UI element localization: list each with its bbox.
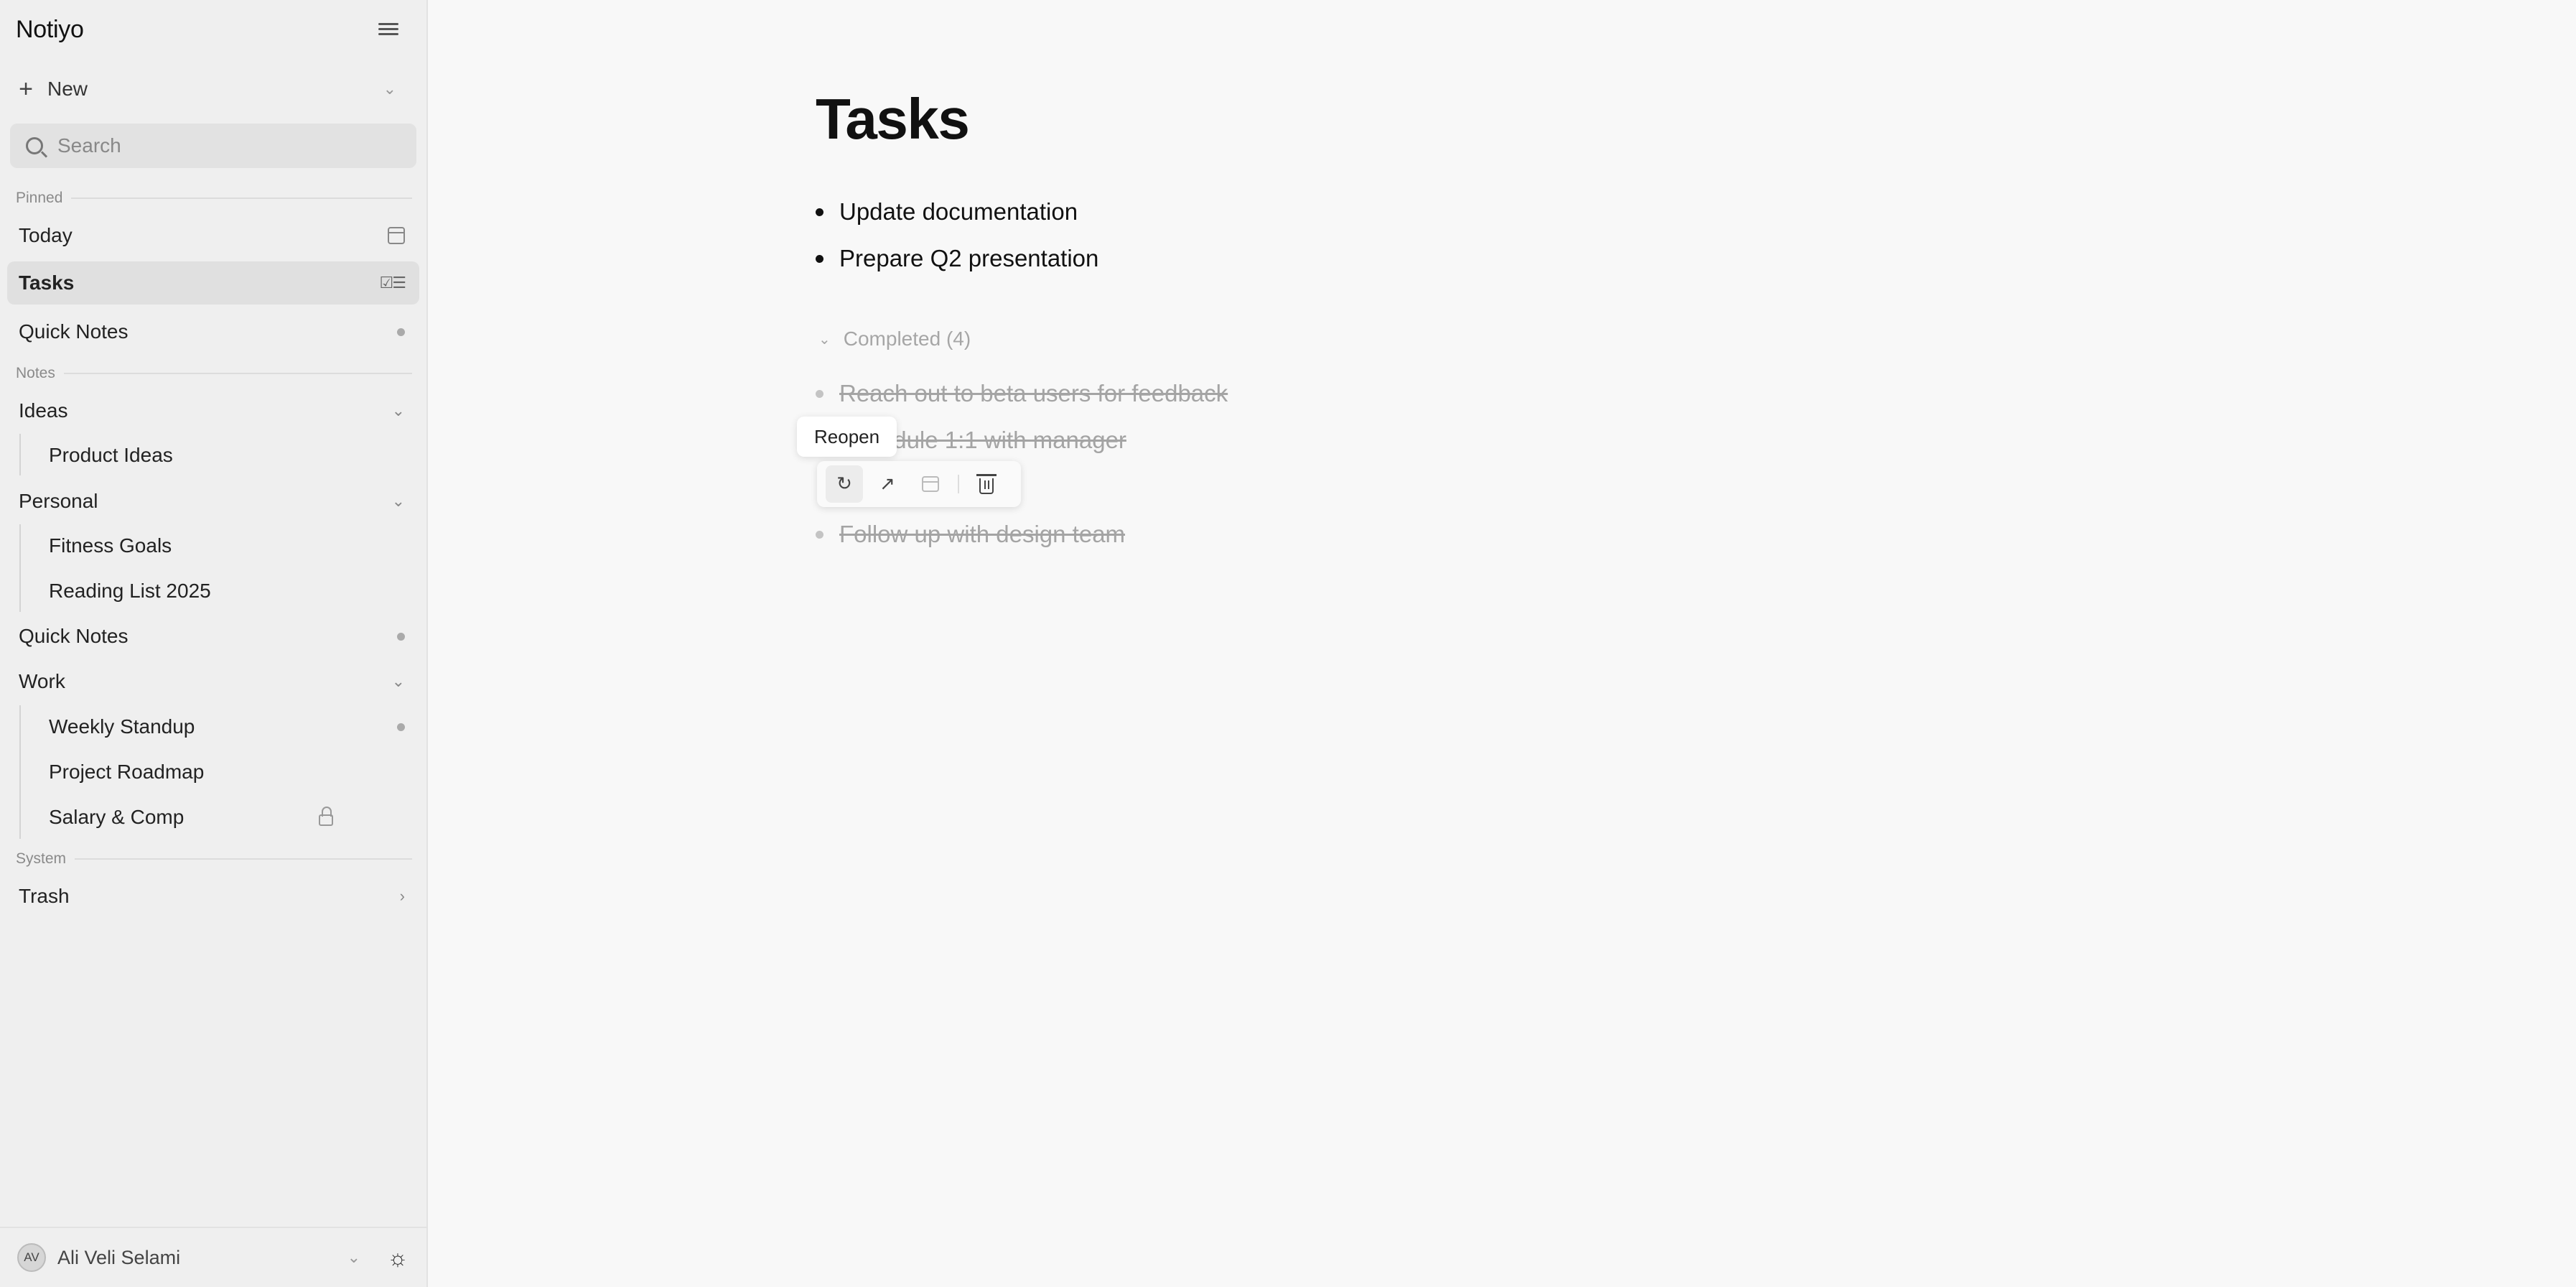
chevron-down-icon[interactable]: ⌄ (383, 80, 396, 98)
task-action-toolbar: ↻ ↗ (817, 461, 1021, 507)
bullet-icon (816, 254, 823, 263)
bullet-icon (816, 208, 823, 216)
chevron-down-icon[interactable]: ⌄ (392, 672, 405, 691)
sidebar-item-label: Trash (19, 885, 70, 907)
unsaved-dot-icon (397, 327, 405, 336)
task-text[interactable]: Update documentation (839, 198, 1078, 226)
page-title: Tasks (816, 87, 970, 151)
search-icon (26, 137, 43, 154)
lock-icon (319, 807, 333, 826)
user-bar: AV Ali Veli Selami ⌄ ☼ (0, 1227, 428, 1287)
sidebar: Notiyo + New ⌄ Pinned Today Tasks ☑☰ Qui… (0, 0, 428, 1287)
calendar-icon[interactable] (912, 465, 949, 503)
bullet-icon (816, 530, 823, 539)
sidebar-item-label: Project Roadmap (49, 761, 205, 783)
sidebar-item-quick-notes-2[interactable]: Quick Notes (7, 615, 419, 658)
calendar-icon (388, 227, 405, 244)
sidebar-item-trash[interactable]: Trash › (7, 875, 419, 918)
section-label: Notes (16, 365, 55, 381)
sidebar-item-label: Today (19, 224, 73, 246)
completed-label: Completed (4) (843, 327, 971, 350)
chevron-right-icon: › (399, 887, 405, 905)
task-item[interactable]: Update documentation (816, 198, 1078, 226)
task-text[interactable]: Prepare Q2 presentation (839, 245, 1098, 272)
sidebar-item-label: Weekly Standup (49, 715, 195, 738)
sun-icon[interactable]: ☼ (376, 1236, 419, 1279)
search-input[interactable] (57, 134, 402, 157)
sidebar-item-fitness-goals[interactable]: Fitness Goals (7, 524, 419, 567)
task-text[interactable]: Follow up with design team (839, 521, 1125, 548)
chevron-down-icon[interactable]: ⌄ (347, 1248, 360, 1267)
trash-icon[interactable] (968, 465, 1005, 503)
unsaved-dot-icon (397, 723, 405, 731)
section-notes: Notes (16, 365, 412, 382)
plus-icon: + (19, 75, 33, 103)
user-name[interactable]: Ali Veli Selami (57, 1247, 180, 1269)
bullet-icon (816, 389, 823, 398)
chevron-down-icon: ⌄ (818, 331, 831, 348)
sidebar-item-quick-notes[interactable]: Quick Notes (7, 310, 419, 353)
sidebar-item-reading-list[interactable]: Reading List 2025 (7, 570, 419, 613)
open-icon[interactable]: ↗ (869, 465, 906, 503)
completed-toggle[interactable]: ⌄ Completed (4) (816, 327, 971, 350)
chevron-down-icon[interactable]: ⌄ (392, 401, 405, 420)
sidebar-item-label: Fitness Goals (49, 534, 172, 557)
sidebar-item-label: Salary & Comp (49, 806, 185, 828)
sidebar-item-product-ideas[interactable]: Product Ideas (7, 434, 419, 477)
sidebar-item-weekly-standup[interactable]: Weekly Standup (7, 705, 419, 748)
section-system: System (16, 850, 412, 868)
task-text[interactable]: Reach out to beta users for feedback (839, 380, 1228, 407)
sidebar-item-project-roadmap[interactable]: Project Roadmap (7, 751, 419, 794)
search-box[interactable] (10, 124, 416, 168)
sidebar-item-label: Reading List 2025 (49, 580, 211, 602)
unsaved-dot-icon (397, 632, 405, 641)
section-label: System (16, 850, 67, 867)
toolbar-divider (958, 475, 959, 493)
sidebar-item-label: Quick Notes (19, 625, 129, 647)
sidebar-item-salary-comp[interactable]: Salary & Comp (7, 796, 419, 839)
sidebar-item-tasks[interactable]: Tasks ☑☰ (7, 261, 419, 305)
reopen-icon[interactable]: ↻ (826, 465, 863, 503)
sidebar-item-today[interactable]: Today (7, 214, 419, 257)
section-pinned: Pinned (16, 190, 412, 207)
sidebar-folder-personal[interactable]: Personal ⌄ (7, 480, 419, 523)
avatar[interactable]: AV (17, 1243, 46, 1272)
sidebar-item-label: Product Ideas (49, 444, 173, 466)
sidebar-item-label: Personal (19, 490, 98, 512)
sidebar-item-label: Quick Notes (19, 320, 129, 343)
new-label: New (47, 78, 88, 100)
app-window: Notiyo + New ⌄ Pinned Today Tasks ☑☰ Qui… (0, 0, 2576, 1287)
sidebar-item-label: Tasks (19, 271, 75, 294)
sidebar-folder-work[interactable]: Work ⌄ (7, 660, 419, 703)
sidebar-folder-ideas[interactable]: Ideas ⌄ (7, 389, 419, 432)
sidebar-menu-icon[interactable] (376, 20, 401, 42)
new-button[interactable]: + New ⌄ (10, 72, 406, 106)
sidebar-item-label: Work (19, 670, 65, 692)
completed-task-item[interactable]: Reach out to beta users for feedback (816, 380, 1228, 407)
section-label: Pinned (16, 190, 63, 206)
completed-task-item[interactable]: Follow up with design team (816, 521, 1125, 548)
tasks-list-icon: ☑☰ (379, 274, 406, 292)
task-item[interactable]: Prepare Q2 presentation (816, 245, 1098, 272)
sidebar-item-label: Ideas (19, 399, 68, 422)
chevron-down-icon[interactable]: ⌄ (392, 492, 405, 511)
tooltip-reopen: Reopen (797, 417, 897, 457)
app-name: Notiyo (16, 16, 84, 43)
